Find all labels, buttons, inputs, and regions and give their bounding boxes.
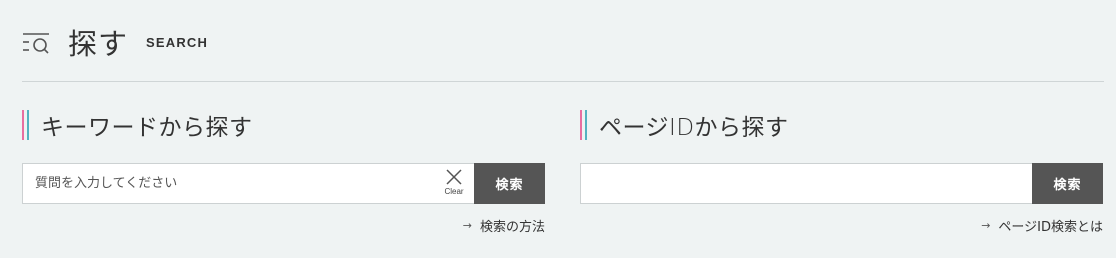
accent-bars xyxy=(22,110,29,140)
pageid-help-label: ページID検索とは xyxy=(998,220,1103,235)
pageid-search-button[interactable]: 検索 xyxy=(1032,163,1103,204)
pageid-search-heading: ページIDから探す xyxy=(580,108,1103,142)
pageid-help-link[interactable]: → ページID検索とは xyxy=(981,216,1103,235)
pageid-search-title: ページIDから探す xyxy=(599,115,789,141)
search-help-label: 検索の方法 xyxy=(479,220,545,235)
accent-bars xyxy=(580,110,587,140)
keyword-search-button[interactable]: 検索 xyxy=(474,163,545,204)
keyword-search-title: キーワードから探す xyxy=(41,115,253,141)
pageid-search-form: 検索 xyxy=(580,163,1103,204)
close-icon xyxy=(446,169,462,185)
pageid-search-box xyxy=(580,163,1032,204)
arrow-right-icon: → xyxy=(462,219,472,232)
keyword-search-box: Clear xyxy=(22,163,474,204)
search-help-link[interactable]: → 検索の方法 xyxy=(463,216,545,235)
keyword-search-form: Clear 検索 xyxy=(22,163,545,204)
page-header: 探す SEARCH xyxy=(22,22,208,62)
pageid-search-input[interactable] xyxy=(581,164,1021,202)
keyword-search-section: キーワードから探す Clear 検索 → 検索の方法 xyxy=(22,108,545,235)
clear-label: Clear xyxy=(444,187,464,196)
page-title: 探す xyxy=(68,27,129,61)
page-subtitle: SEARCH xyxy=(146,34,209,50)
pageid-search-section: ページIDから探す 検索 → ページID検索とは xyxy=(580,108,1103,235)
arrow-right-icon: → xyxy=(981,219,991,232)
keyword-search-heading: キーワードから探す xyxy=(22,108,545,142)
keyword-search-input[interactable] xyxy=(23,164,403,202)
header-divider xyxy=(22,81,1104,82)
clear-button[interactable]: Clear xyxy=(442,168,466,202)
search-list-icon xyxy=(22,28,50,56)
